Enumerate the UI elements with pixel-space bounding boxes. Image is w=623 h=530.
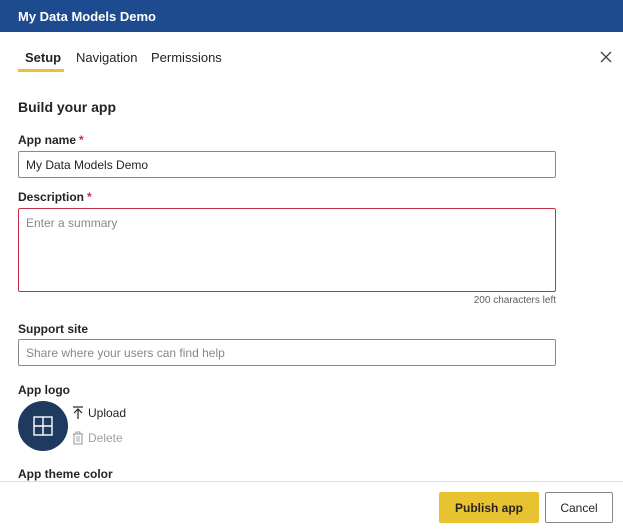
support-site-input[interactable] xyxy=(18,339,556,366)
title-bar: My Data Models Demo xyxy=(0,0,623,32)
section-heading: Build your app xyxy=(18,99,116,115)
theme-color-label: App theme color xyxy=(18,467,113,481)
character-count: 200 characters left xyxy=(473,295,556,306)
description-label-text: Description xyxy=(18,190,85,204)
delete-label: Delete xyxy=(88,431,123,445)
description-label: Description * xyxy=(18,190,92,204)
app-logo-label: App logo xyxy=(18,383,70,397)
trash-icon xyxy=(73,431,83,445)
required-mark: * xyxy=(87,190,92,204)
close-icon xyxy=(600,51,612,63)
support-site-label: Support site xyxy=(18,322,89,336)
tab-permissions[interactable]: Permissions xyxy=(151,50,222,65)
app-logo xyxy=(18,401,68,451)
description-textarea[interactable] xyxy=(18,208,556,292)
app-name-label-text: App name xyxy=(18,133,77,147)
required-mark: * xyxy=(79,133,84,147)
upload-label: Upload xyxy=(88,406,127,420)
close-button[interactable] xyxy=(598,49,614,65)
tab-navigation[interactable]: Navigation xyxy=(76,50,137,65)
layout-icon xyxy=(33,416,53,436)
app-name-input[interactable] xyxy=(18,151,556,178)
active-tab-indicator xyxy=(18,69,64,72)
upload-icon xyxy=(73,406,83,419)
cancel-button[interactable]: Cancel xyxy=(545,492,613,523)
app-setup-form: Build your app App name* Description* 20… xyxy=(18,96,556,481)
window-title: My Data Models Demo xyxy=(18,9,156,24)
tab-setup[interactable]: Setup xyxy=(25,50,61,65)
app-name-label: App name * xyxy=(18,133,84,147)
publish-app-button[interactable]: Publish app xyxy=(439,492,539,523)
footer: Publish app Cancel xyxy=(0,481,623,530)
